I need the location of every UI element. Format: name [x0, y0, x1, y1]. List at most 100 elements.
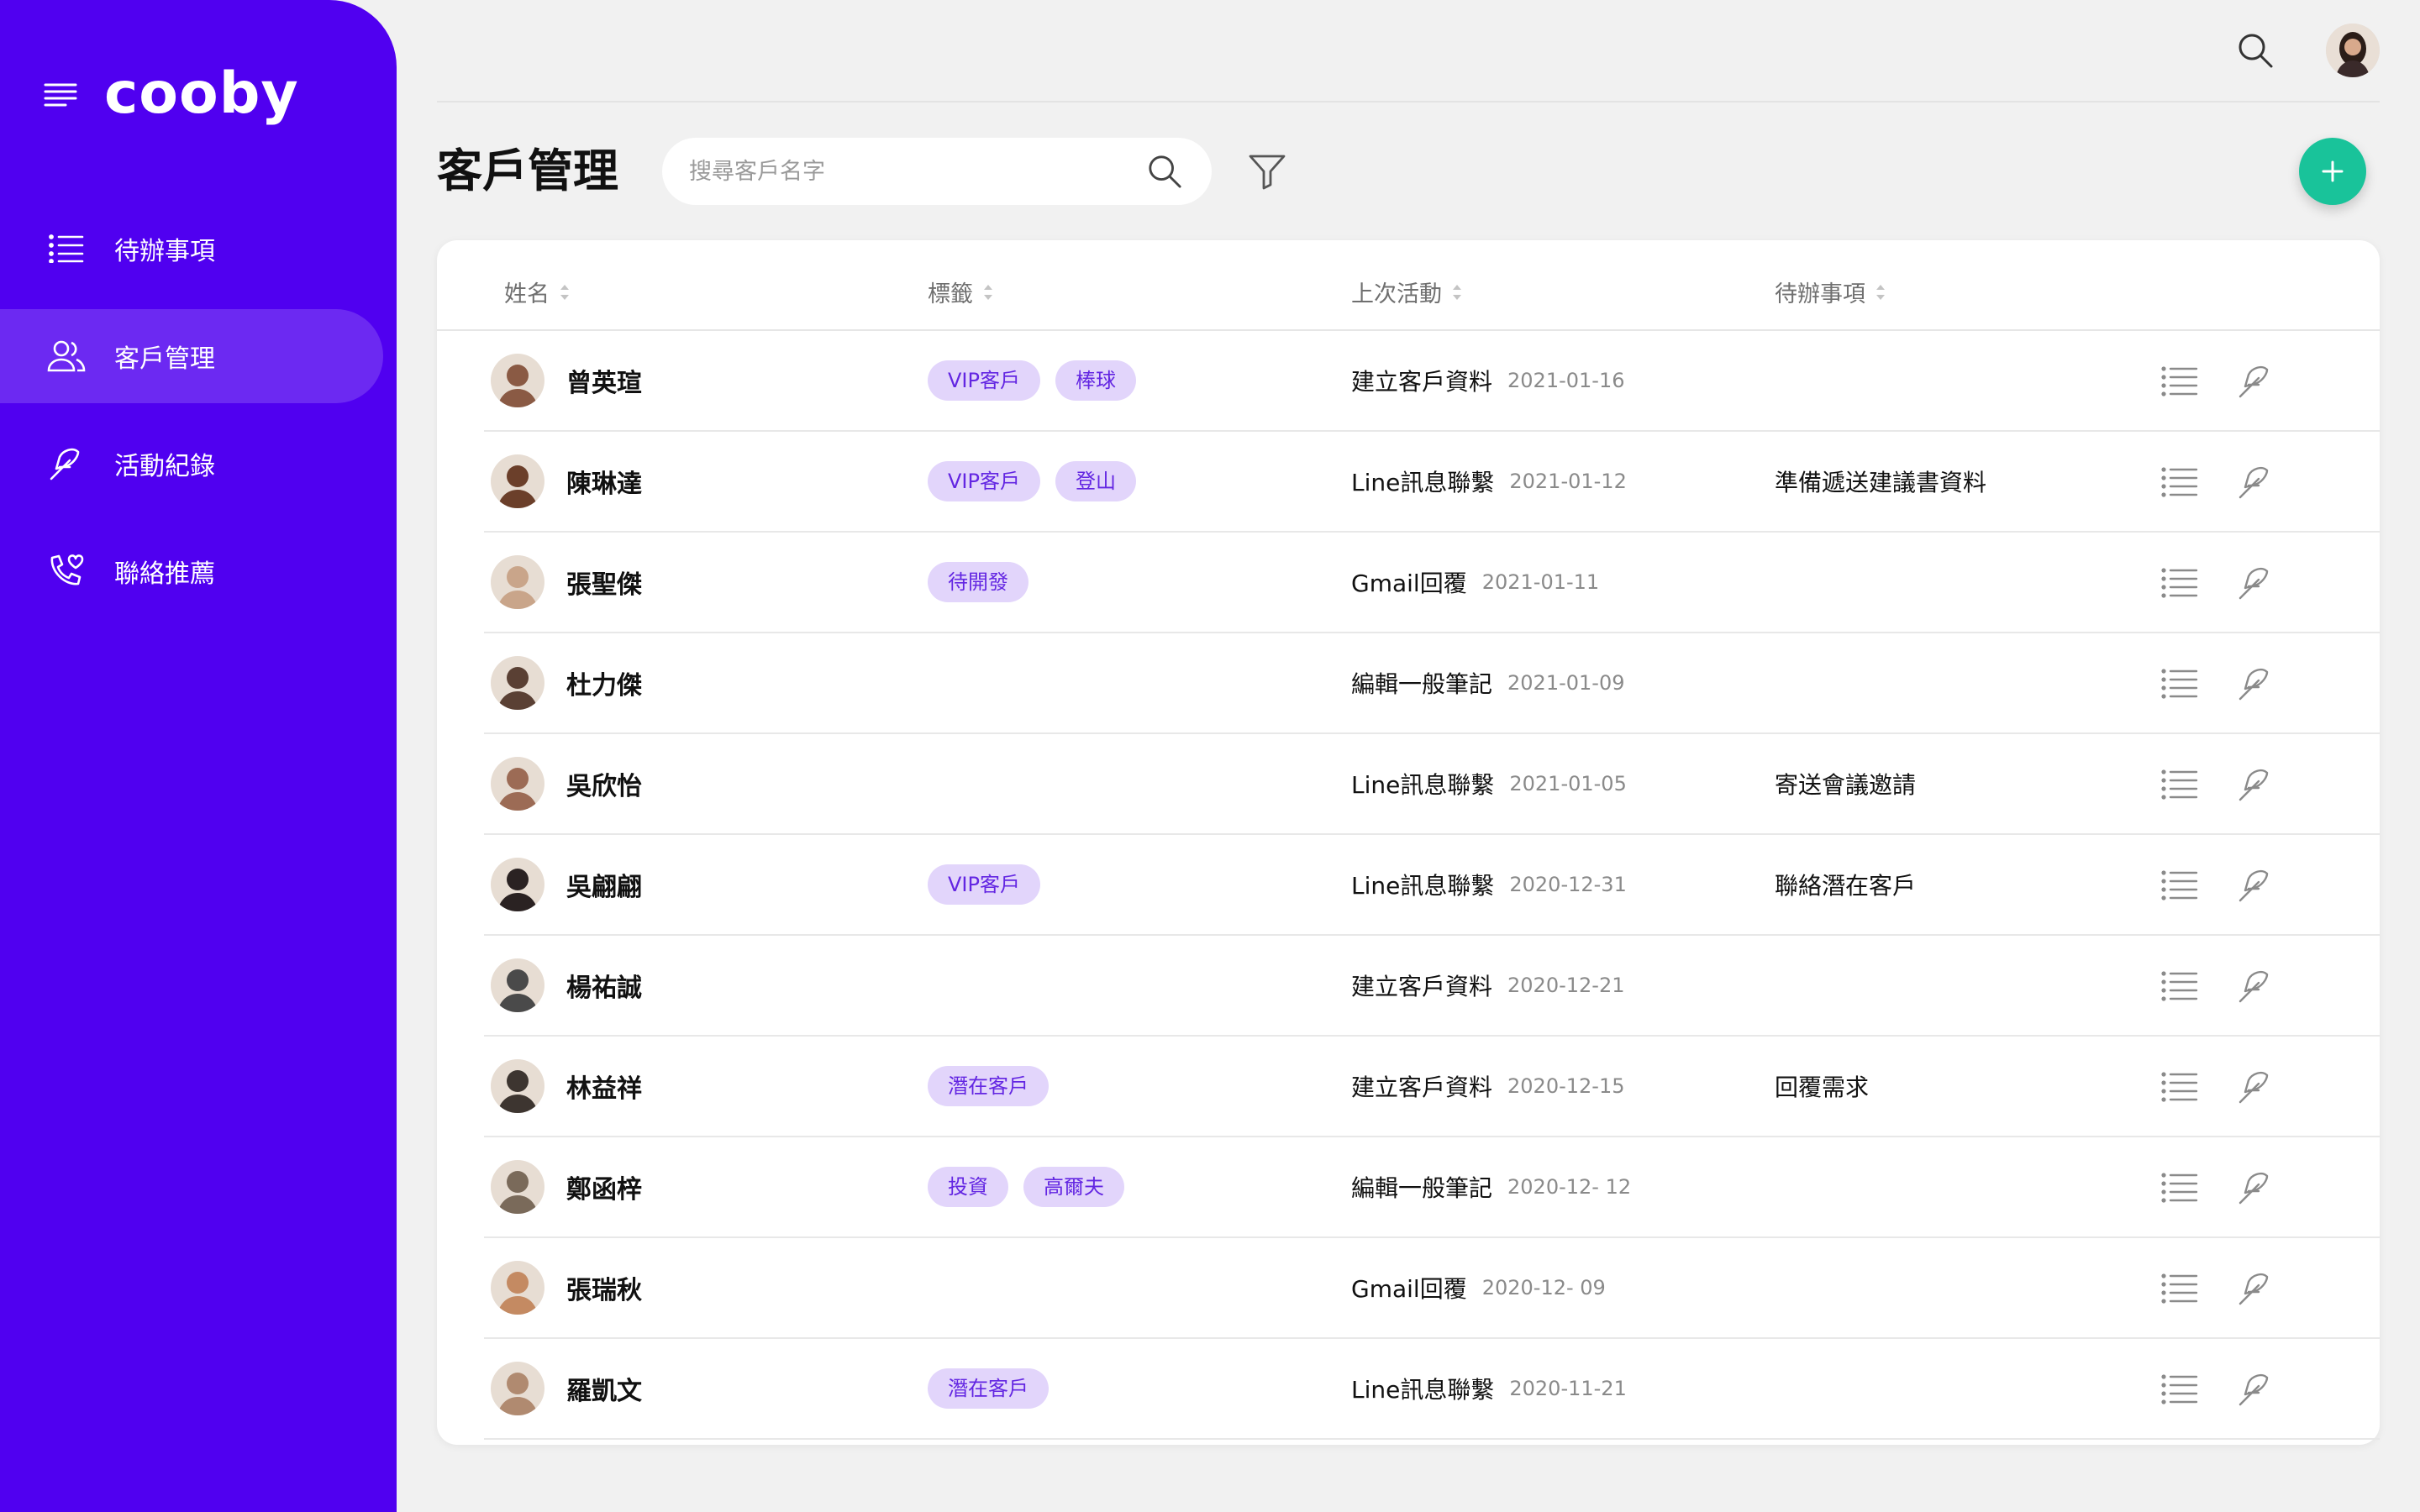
search-input[interactable]: [689, 158, 1138, 185]
tag-badge[interactable]: VIP客戶: [928, 864, 1040, 905]
name-cell: 林益祥: [491, 1037, 642, 1136]
tag-badge[interactable]: 棒球: [1055, 360, 1136, 401]
todo-text: 回覆需求: [1775, 1074, 1870, 1101]
todo-list-icon[interactable]: [2153, 758, 2207, 811]
todo-list-icon[interactable]: [2153, 1161, 2207, 1215]
activity-date: 2020-12-31: [1509, 873, 1627, 896]
search-icon[interactable]: [2228, 24, 2282, 77]
todo-list-icon[interactable]: [2153, 1060, 2207, 1114]
table-row[interactable]: 吳翩翩 VIP客戶 Line訊息聯繫 2020-12-31 聯絡潛在客戶: [484, 835, 2380, 936]
customer-avatar[interactable]: [491, 354, 544, 407]
hamburger-menu-icon[interactable]: [42, 76, 79, 113]
customer-name[interactable]: 張聖傑: [566, 564, 642, 601]
search-icon[interactable]: [1138, 144, 1192, 198]
name-cell: 吳翩翩: [491, 835, 642, 934]
customer-name[interactable]: 鄭函梓: [566, 1168, 642, 1205]
table-row[interactable]: 吳欣怡 Line訊息聯繫 2021-01-05 寄送會議邀請: [484, 734, 2380, 835]
tags-cell: VIP客戶 登山: [928, 432, 1151, 531]
feather-icon[interactable]: [2228, 1262, 2282, 1315]
tags-cell: 投資 高爾夫: [928, 1137, 1139, 1236]
column-header-name[interactable]: 姓名: [504, 276, 571, 308]
customer-search: [662, 138, 1212, 205]
app-logo[interactable]: cooby: [104, 60, 299, 128]
table-row[interactable]: 張瑞秋 Gmail回覆 2020-12- 09: [484, 1238, 2380, 1339]
table-row[interactable]: 羅凱文 潛在客戶 Line訊息聯繫 2020-11-21: [484, 1339, 2380, 1440]
sidebar-item-todo[interactable]: 待辦事項: [0, 202, 383, 296]
feather-icon[interactable]: [2228, 959, 2282, 1013]
feather-icon[interactable]: [2228, 1060, 2282, 1114]
top-divider: [437, 101, 2380, 102]
column-header-tags[interactable]: 標籤: [928, 276, 995, 308]
todo-cell: 聯絡潛在客戶: [1775, 835, 1916, 934]
todo-list-icon[interactable]: [2153, 455, 2207, 509]
feather-icon[interactable]: [2228, 657, 2282, 711]
todo-list-icon[interactable]: [2153, 1362, 2207, 1416]
todo-list-icon[interactable]: [2153, 556, 2207, 610]
tag-badge[interactable]: VIP客戶: [928, 360, 1040, 401]
customer-name[interactable]: 張瑞秋: [566, 1269, 642, 1306]
customer-name[interactable]: 杜力傑: [566, 664, 642, 701]
name-cell: 杜力傑: [491, 633, 642, 732]
tag-badge[interactable]: VIP客戶: [928, 461, 1040, 501]
customer-name[interactable]: 楊祐誠: [566, 967, 642, 1004]
tag-badge[interactable]: 高爾夫: [1023, 1167, 1124, 1207]
filter-icon[interactable]: [1240, 144, 1294, 198]
table-row[interactable]: 鄭函梓 投資 高爾夫 編輯一般筆記 2020-12- 12: [484, 1137, 2380, 1238]
table-header: 姓名 標籤 上次活動 待辦事項: [437, 240, 2380, 331]
activity-date: 2021-01-12: [1509, 470, 1627, 493]
tag-badge[interactable]: 待開發: [928, 562, 1028, 602]
customer-name[interactable]: 羅凱文: [566, 1370, 642, 1407]
feather-icon[interactable]: [2228, 858, 2282, 912]
sidebar-item-label: 活動紀錄: [114, 452, 215, 481]
activity-cell: Line訊息聯繫 2020-11-21: [1351, 1339, 1627, 1438]
activity-date: 2021-01-11: [1481, 570, 1600, 594]
table-row[interactable]: 曾英瑄 VIP客戶 棒球 建立客戶資料 2021-01-16: [484, 331, 2380, 432]
customer-name[interactable]: 林益祥: [566, 1068, 642, 1105]
customer-avatar[interactable]: [491, 958, 544, 1012]
table-row[interactable]: 張聖傑 待開發 Gmail回覆 2021-01-11: [484, 533, 2380, 633]
feather-icon[interactable]: [2228, 1161, 2282, 1215]
tag-badge[interactable]: 潛在客戶: [928, 1368, 1049, 1409]
sidebar-item-referrals[interactable]: 聯絡推薦: [0, 524, 383, 618]
tag-badge[interactable]: 潛在客戶: [928, 1066, 1049, 1106]
todo-list-icon[interactable]: [2153, 354, 2207, 408]
column-header-todo[interactable]: 待辦事項: [1775, 276, 1887, 308]
customer-name[interactable]: 吳翩翩: [566, 866, 642, 903]
column-header-last-activity[interactable]: 上次活動: [1351, 276, 1464, 308]
customer-avatar[interactable]: [491, 757, 544, 811]
customer-name[interactable]: 陳琳達: [566, 463, 642, 500]
name-cell: 吳欣怡: [491, 734, 642, 833]
todo-list-icon[interactable]: [2153, 858, 2207, 912]
customer-name[interactable]: 曾英瑄: [566, 362, 642, 399]
feather-icon[interactable]: [2228, 455, 2282, 509]
customer-avatar[interactable]: [491, 454, 544, 508]
name-cell: 張聖傑: [491, 533, 642, 632]
customer-avatar[interactable]: [491, 858, 544, 911]
feather-icon[interactable]: [2228, 556, 2282, 610]
table-row[interactable]: 杜力傑 編輯一般筆記 2021-01-09: [484, 633, 2380, 734]
todo-list-icon[interactable]: [2153, 959, 2207, 1013]
customer-name[interactable]: 吳欣怡: [566, 765, 642, 802]
todo-list-icon[interactable]: [2153, 1262, 2207, 1315]
todo-list-icon[interactable]: [2153, 657, 2207, 711]
sort-icon: [1874, 281, 1887, 303]
sidebar-item-customers[interactable]: 客戶管理: [0, 309, 383, 403]
sidebar-item-activity-log[interactable]: 活動紀錄: [0, 417, 383, 511]
customer-avatar[interactable]: [491, 1160, 544, 1214]
user-avatar[interactable]: [2326, 24, 2380, 77]
add-customer-button[interactable]: [2299, 138, 2366, 205]
feather-icon[interactable]: [2228, 758, 2282, 811]
todo-cell: 準備遞送建議書資料: [1775, 432, 1986, 531]
feather-icon[interactable]: [2228, 354, 2282, 408]
feather-icon[interactable]: [2228, 1362, 2282, 1416]
customer-avatar[interactable]: [491, 555, 544, 609]
customer-avatar[interactable]: [491, 656, 544, 710]
table-row[interactable]: 林益祥 潛在客戶 建立客戶資料 2020-12-15 回覆需求: [484, 1037, 2380, 1137]
customer-avatar[interactable]: [491, 1261, 544, 1315]
tag-badge[interactable]: 登山: [1055, 461, 1136, 501]
table-row[interactable]: 楊祐誠 建立客戶資料 2020-12-21: [484, 936, 2380, 1037]
table-row[interactable]: 陳琳達 VIP客戶 登山 Line訊息聯繫 2021-01-12 準備遞送建議書資料: [484, 432, 2380, 533]
tag-badge[interactable]: 投資: [928, 1167, 1008, 1207]
customer-avatar[interactable]: [491, 1362, 544, 1415]
customer-avatar[interactable]: [491, 1059, 544, 1113]
